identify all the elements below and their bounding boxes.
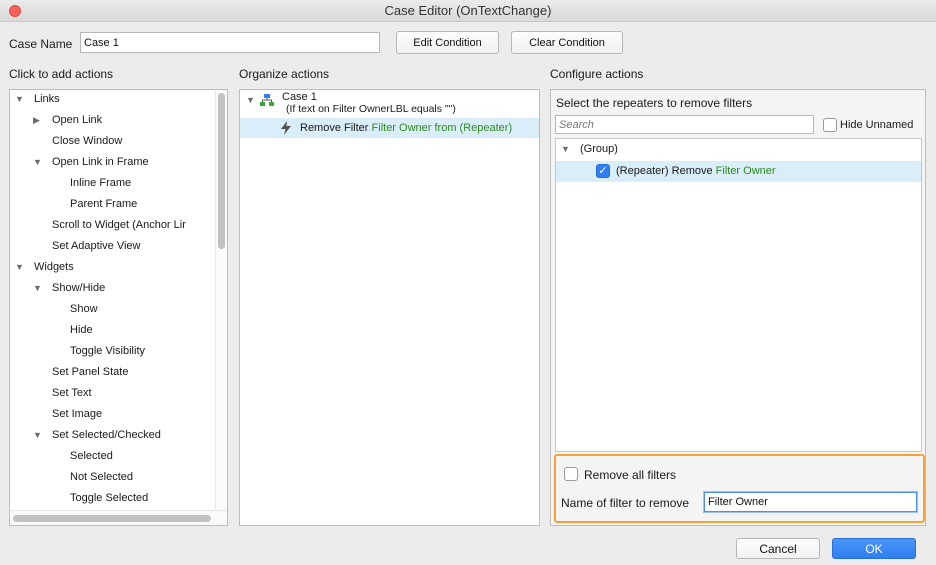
filter-options-highlight [554,454,925,523]
case-name-label: Case Name [9,37,73,51]
organize-actions-panel: ▼ Case 1 (If text on Filter OwnerLBL equ… [239,89,540,526]
tree-item[interactable]: Open Link in Frame [52,153,149,171]
repeater-prefix: (Repeater) Remove [616,165,716,177]
tree-item[interactable]: Show [70,300,98,318]
tree-item[interactable]: Close Window [52,132,122,150]
tree-item[interactable]: Set Adaptive View [52,237,140,255]
vertical-scrollbar-thumb[interactable] [218,93,225,249]
tree-item[interactable]: Not Selected [70,468,133,486]
clear-condition-button[interactable]: Clear Condition [511,31,623,54]
filter-name-input[interactable] [704,492,917,512]
expanded-triangle-icon[interactable]: ▼ [33,279,42,297]
tree-item[interactable]: Inline Frame [70,174,131,192]
window-title: Case Editor (OnTextChange) [384,3,552,18]
tree-item[interactable]: Parent Frame [70,195,137,213]
horizontal-scrollbar-thumb[interactable] [13,515,211,522]
configure-actions-panel: Select the repeaters to remove filters H… [550,89,926,526]
tree-item[interactable]: Toggle Visibility [70,342,145,360]
configure-heading: Select the repeaters to remove filters [556,96,753,110]
tree-item[interactable]: Set Image [52,405,102,423]
tree-item[interactable]: Selected [70,447,113,465]
action-prefix: Remove Filter [300,122,372,134]
close-window-button[interactable] [9,5,21,17]
action-row-remove-filter[interactable]: Remove Filter Filter Owner from (Repeate… [240,118,539,138]
tree-item[interactable]: Open Link [52,111,102,129]
tree-item[interactable]: Links [34,90,60,108]
action-label: Remove Filter Filter Owner from (Repeate… [300,119,512,137]
repeater-checkbox[interactable]: ✓ [596,164,610,178]
tree-item[interactable]: Show/Hide [52,279,105,297]
search-input[interactable] [555,115,814,134]
title-bar: Case Editor (OnTextChange) [0,0,936,22]
remove-all-filters-checkbox[interactable] [564,467,578,481]
cancel-button[interactable]: Cancel [736,538,820,559]
filter-name-label: Name of filter to remove [561,496,690,510]
expanded-triangle-icon[interactable]: ▼ [33,426,42,444]
tree-item[interactable]: Scroll to Widget (Anchor Lir [52,216,186,234]
actions-tree-panel: ▼ Links ▶ Open Link Close Window ▼ Open Link i… [9,89,228,526]
hide-unnamed-label: Hide Unnamed [840,119,914,131]
case-expander-icon[interactable]: ▼ [246,91,255,109]
remove-all-filters-label: Remove all filters [584,468,677,482]
collapsed-triangle-icon[interactable]: ▶ [33,111,40,129]
group-expander-icon[interactable]: ▼ [561,140,570,158]
tree-item[interactable]: Set Text [52,384,92,402]
repeater-row[interactable]: ✓ (Repeater) Remove Filter Owner [556,161,921,182]
action-target: Filter Owner from (Repeater) [371,122,513,134]
expanded-triangle-icon[interactable]: ▼ [33,153,42,171]
ok-button[interactable]: OK [832,538,916,559]
lightning-icon [281,121,291,135]
expanded-triangle-icon[interactable]: ▼ [15,90,24,108]
tree-item[interactable]: Toggle Selected [70,489,148,507]
add-actions-heading: Click to add actions [9,67,114,81]
expanded-triangle-icon[interactable]: ▼ [15,258,24,276]
configure-actions-heading: Configure actions [550,67,644,81]
case-condition: (If text on Filter OwnerLBL equals "") [286,103,456,115]
repeater-list: ▼ (Group) ✓ (Repeater) Remove Filter Own… [555,138,922,452]
case-flow-icon [260,94,274,106]
tree-item[interactable]: Set Selected/Checked [52,426,161,444]
group-label[interactable]: (Group) [580,140,618,158]
hide-unnamed-checkbox[interactable] [823,118,837,132]
tree-item[interactable]: Widgets [34,258,74,276]
repeater-target: Filter Owner [715,165,776,177]
organize-actions-heading: Organize actions [239,67,330,81]
tree-item[interactable]: Hide [70,321,93,339]
tree-item[interactable]: Set Panel State [52,363,128,381]
case-name-input[interactable] [80,32,380,53]
horizontal-scrollbar[interactable] [10,510,227,525]
edit-condition-button[interactable]: Edit Condition [396,31,499,54]
repeater-label: (Repeater) Remove Filter Owner [616,162,776,180]
vertical-scrollbar[interactable] [215,90,227,510]
